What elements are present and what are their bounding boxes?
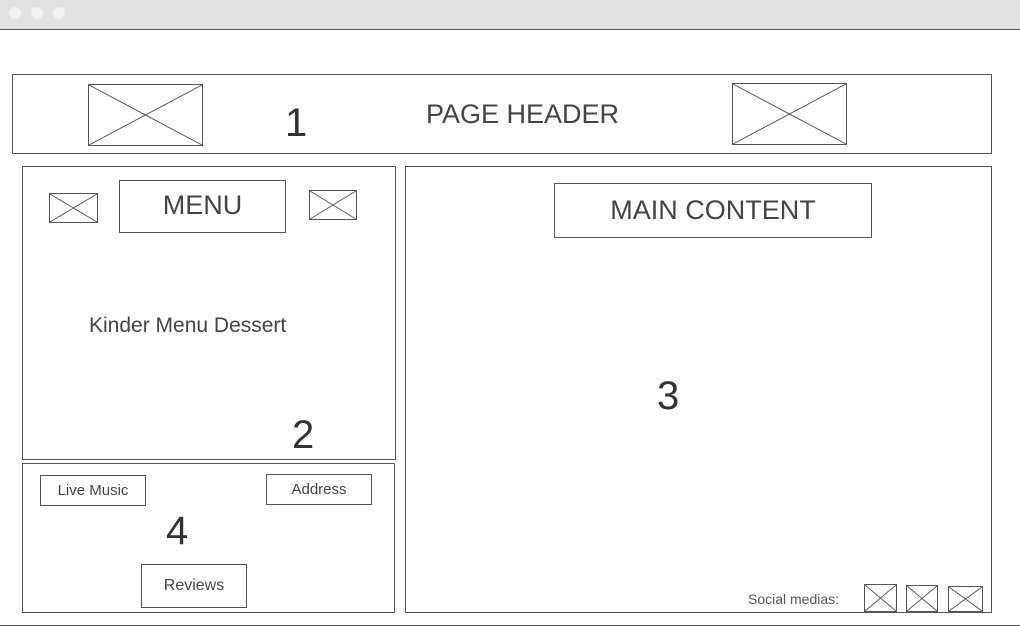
reviews-button[interactable]: Reviews xyxy=(141,564,247,608)
header-right-image-placeholder xyxy=(732,83,847,145)
address-button[interactable]: Address xyxy=(266,474,372,505)
menu-title: MENU xyxy=(162,190,243,220)
image-placeholder-icon xyxy=(865,585,896,611)
image-placeholder-icon xyxy=(50,194,97,222)
menu-region-number: 2 xyxy=(292,413,315,457)
minimize-window-dot[interactable] xyxy=(31,7,43,19)
social-media-icon-1[interactable] xyxy=(864,584,897,612)
main-content-title: MAIN CONTENT xyxy=(610,195,816,225)
main-content-title-box: MAIN CONTENT xyxy=(554,183,872,238)
page-header-title: PAGE HEADER xyxy=(426,99,620,129)
image-placeholder-icon xyxy=(310,191,356,219)
social-media-icon-3[interactable] xyxy=(948,586,983,612)
social-media-icon-2[interactable] xyxy=(906,585,938,612)
header-left-image-placeholder xyxy=(88,84,203,146)
image-placeholder-icon xyxy=(949,587,982,611)
main-content-region-number: 3 xyxy=(657,374,680,418)
window-titlebar xyxy=(0,0,1020,30)
bottom-divider xyxy=(0,625,1020,626)
social-medias-label: Social medias: xyxy=(748,591,840,607)
browser-window: 1 PAGE HEADER MENU Kinder Menu Dessert 2… xyxy=(0,0,1020,627)
menu-left-image-placeholder xyxy=(49,193,98,223)
menu-title-box: MENU xyxy=(119,180,286,233)
live-music-button[interactable]: Live Music xyxy=(40,475,146,506)
maximize-window-dot[interactable] xyxy=(53,7,65,19)
menu-items-text[interactable]: Kinder Menu Dessert xyxy=(89,315,286,336)
info-region-number: 4 xyxy=(166,509,189,553)
header-region-number: 1 xyxy=(285,101,308,145)
menu-right-image-placeholder xyxy=(309,190,357,220)
image-placeholder-icon xyxy=(733,84,846,144)
image-placeholder-icon xyxy=(907,586,937,611)
close-window-dot[interactable] xyxy=(9,7,21,19)
image-placeholder-icon xyxy=(89,85,202,145)
